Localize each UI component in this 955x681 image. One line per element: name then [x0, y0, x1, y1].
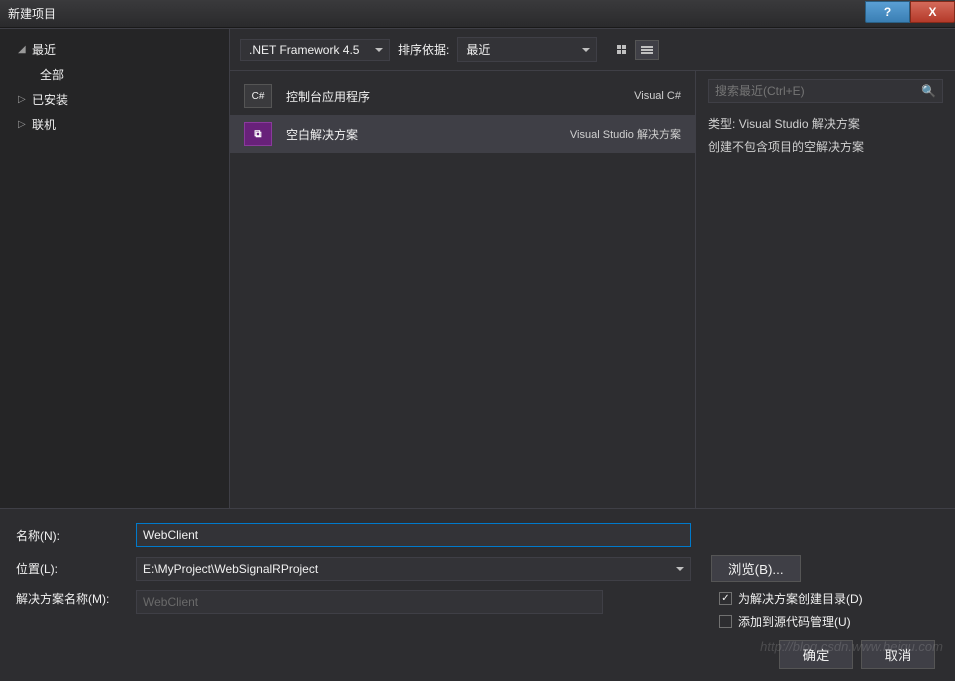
search-icon: 🔍 — [921, 84, 936, 98]
template-name: 控制台应用程序 — [286, 88, 620, 105]
help-button[interactable]: ? — [865, 1, 910, 23]
tree-item-recent[interactable]: ◢ 最近 — [0, 37, 229, 62]
grid-icon — [617, 45, 626, 54]
type-label: 类型: — [708, 117, 735, 131]
console-icon: C# — [244, 84, 272, 108]
close-button[interactable]: X — [910, 1, 955, 23]
add-scm-checkbox[interactable]: 添加到源代码管理(U) — [719, 613, 939, 630]
solution-name-input — [136, 590, 603, 614]
type-value: Visual Studio 解决方案 — [739, 117, 860, 131]
create-dir-checkbox[interactable]: ✓ 为解决方案创建目录(D) — [719, 590, 939, 607]
view-list-button[interactable] — [635, 40, 659, 60]
browse-button[interactable]: 浏览(B)... — [711, 555, 801, 582]
location-dropdown[interactable]: E:\MyProject\WebSignalRProject — [136, 557, 691, 581]
category-sidebar: ◢ 最近 全部 ▷ 已安装 ▷ 联机 — [0, 29, 230, 508]
description-text: 创建不包含项目的空解决方案 — [708, 138, 943, 155]
caret-down-icon: ◢ — [18, 44, 26, 55]
search-box[interactable]: 🔍 — [708, 79, 943, 103]
caret-right-icon: ▷ — [18, 94, 26, 105]
tree-item-all[interactable]: 全部 — [0, 62, 229, 87]
sort-label: 排序依据: — [398, 41, 449, 58]
checkbox-icon — [719, 615, 732, 628]
template-lang: Visual Studio 解决方案 — [570, 126, 681, 142]
framework-dropdown[interactable]: .NET Framework 4.5 — [240, 39, 390, 61]
name-input[interactable] — [136, 523, 691, 547]
search-input[interactable] — [715, 84, 921, 98]
details-panel: 🔍 类型: Visual Studio 解决方案 创建不包含项目的空解决方案 — [695, 71, 955, 508]
sort-dropdown[interactable]: 最近 — [457, 37, 597, 62]
template-list: C# 控制台应用程序 Visual C# ⧉ 空白解决方案 Visual Stu… — [230, 71, 695, 508]
template-name: 空白解决方案 — [286, 126, 556, 143]
window-title: 新建项目 — [0, 5, 56, 22]
dialog-content: ◢ 最近 全部 ▷ 已安装 ▷ 联机 .NET Framework 4.5 排序… — [0, 28, 955, 508]
tree-item-online[interactable]: ▷ 联机 — [0, 112, 229, 137]
solution-name-label: 解决方案名称(M): — [16, 590, 126, 607]
caret-right-icon: ▷ — [18, 119, 26, 130]
template-toolbar: .NET Framework 4.5 排序依据: 最近 — [230, 29, 955, 71]
tree-item-installed[interactable]: ▷ 已安装 — [0, 87, 229, 112]
list-area: C# 控制台应用程序 Visual C# ⧉ 空白解决方案 Visual Stu… — [230, 71, 955, 508]
name-label: 名称(N): — [16, 527, 126, 544]
template-lang: Visual C# — [634, 90, 681, 102]
form-area: 名称(N): 位置(L): E:\MyProject\WebSignalRPro… — [0, 508, 955, 681]
checkbox-checked-icon: ✓ — [719, 592, 732, 605]
location-label: 位置(L): — [16, 560, 126, 577]
list-icon — [641, 46, 653, 54]
cancel-button[interactable]: 取消 — [861, 640, 935, 669]
template-item-blank-solution[interactable]: ⧉ 空白解决方案 Visual Studio 解决方案 — [230, 115, 695, 153]
title-bar: 新建项目 ? X — [0, 0, 955, 28]
template-item-console[interactable]: C# 控制台应用程序 Visual C# — [230, 77, 695, 115]
ok-button[interactable]: 确定 — [779, 640, 853, 669]
main-panel: .NET Framework 4.5 排序依据: 最近 C# 控制台应用程序 — [230, 29, 955, 508]
vs-solution-icon: ⧉ — [244, 122, 272, 146]
view-medium-icons-button[interactable] — [609, 40, 633, 60]
